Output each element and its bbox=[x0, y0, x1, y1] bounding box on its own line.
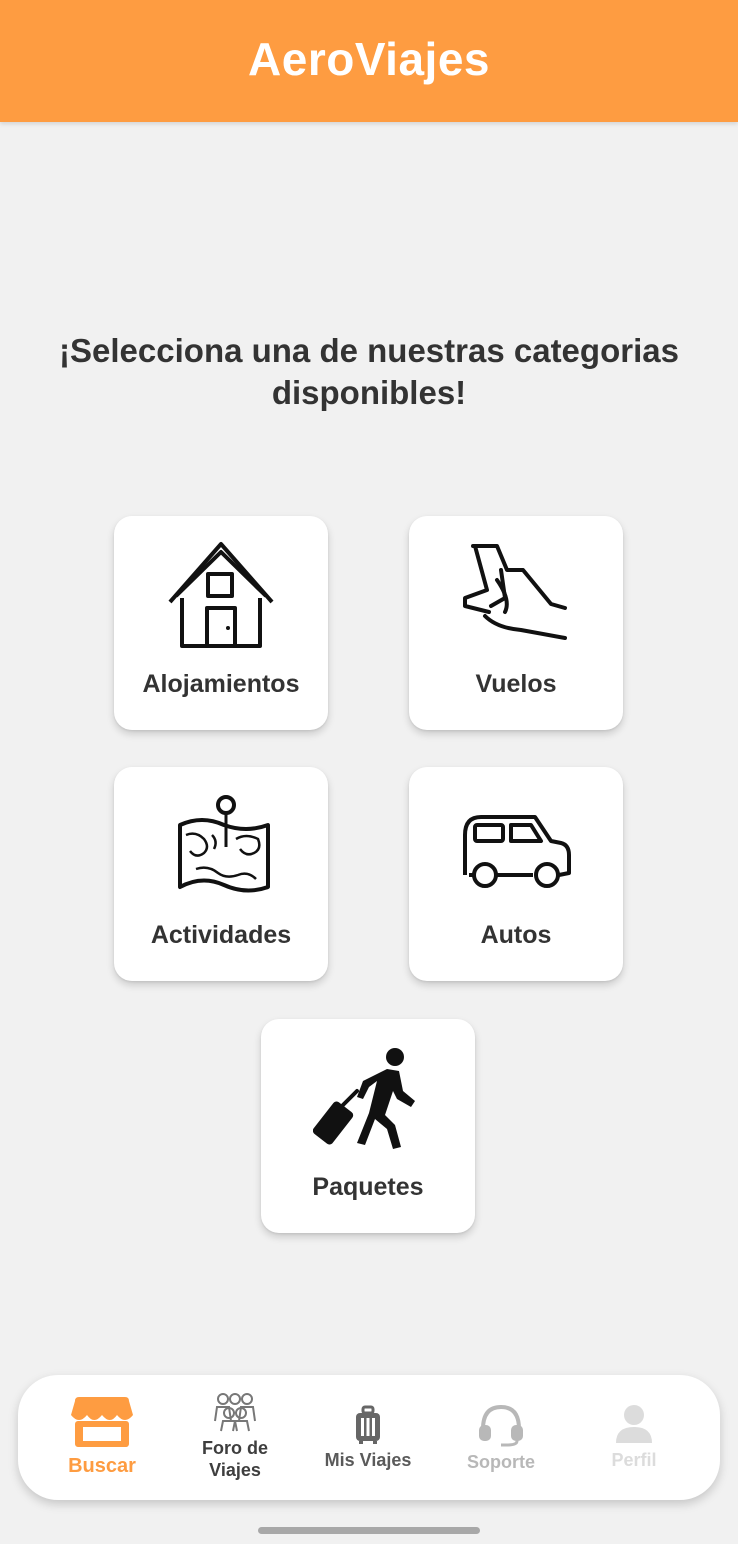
app-bar: AeroViajes bbox=[0, 0, 738, 122]
nav-label: Soporte bbox=[466, 1452, 535, 1472]
category-card-autos[interactable]: Autos bbox=[409, 767, 623, 981]
store-icon bbox=[71, 1397, 133, 1447]
traveler-with-suitcase-icon bbox=[313, 1048, 415, 1149]
person-icon bbox=[616, 1405, 652, 1443]
bottom-navigation: Buscar Foro de Viajes Mis Viajes Soporte… bbox=[18, 1375, 720, 1500]
car-icon bbox=[463, 815, 571, 888]
nav-item-buscar[interactable]: Buscar bbox=[37, 1375, 167, 1500]
category-card-paquetes[interactable]: Paquetes bbox=[261, 1019, 475, 1233]
category-label: Alojamientos bbox=[142, 670, 300, 698]
nav-item-mis-viajes[interactable]: Mis Viajes bbox=[303, 1375, 433, 1500]
category-label: Vuelos bbox=[475, 670, 557, 698]
nav-item-foro-de-viajes[interactable]: Foro de Viajes bbox=[170, 1375, 300, 1500]
group-icon bbox=[214, 1393, 256, 1432]
headset-icon bbox=[479, 1404, 523, 1447]
home-indicator bbox=[258, 1527, 480, 1534]
map-icon bbox=[178, 795, 270, 893]
category-card-vuelos[interactable]: Vuelos bbox=[409, 516, 623, 730]
nav-label: Mis Viajes bbox=[324, 1450, 412, 1470]
category-card-actividades[interactable]: Actividades bbox=[114, 767, 328, 981]
nav-label: Perfil bbox=[611, 1450, 657, 1470]
page-headline: ¡Selecciona una de nuestras categorias d… bbox=[59, 332, 679, 411]
app-title: AeroViajes bbox=[248, 33, 490, 85]
category-label: Paquetes bbox=[312, 1173, 424, 1201]
nav-label: Foro de Viajes bbox=[202, 1438, 268, 1480]
nav-item-soporte[interactable]: Soporte bbox=[436, 1375, 566, 1500]
nav-label: Buscar bbox=[68, 1455, 136, 1477]
category-card-alojamientos[interactable]: Alojamientos bbox=[114, 516, 328, 730]
nav-item-perfil[interactable]: Perfil bbox=[569, 1375, 699, 1500]
airplane-seat-icon bbox=[463, 544, 567, 640]
category-label: Actividades bbox=[150, 921, 292, 949]
house-icon bbox=[168, 542, 274, 648]
luggage-icon bbox=[356, 1405, 380, 1444]
category-label: Autos bbox=[480, 921, 552, 949]
